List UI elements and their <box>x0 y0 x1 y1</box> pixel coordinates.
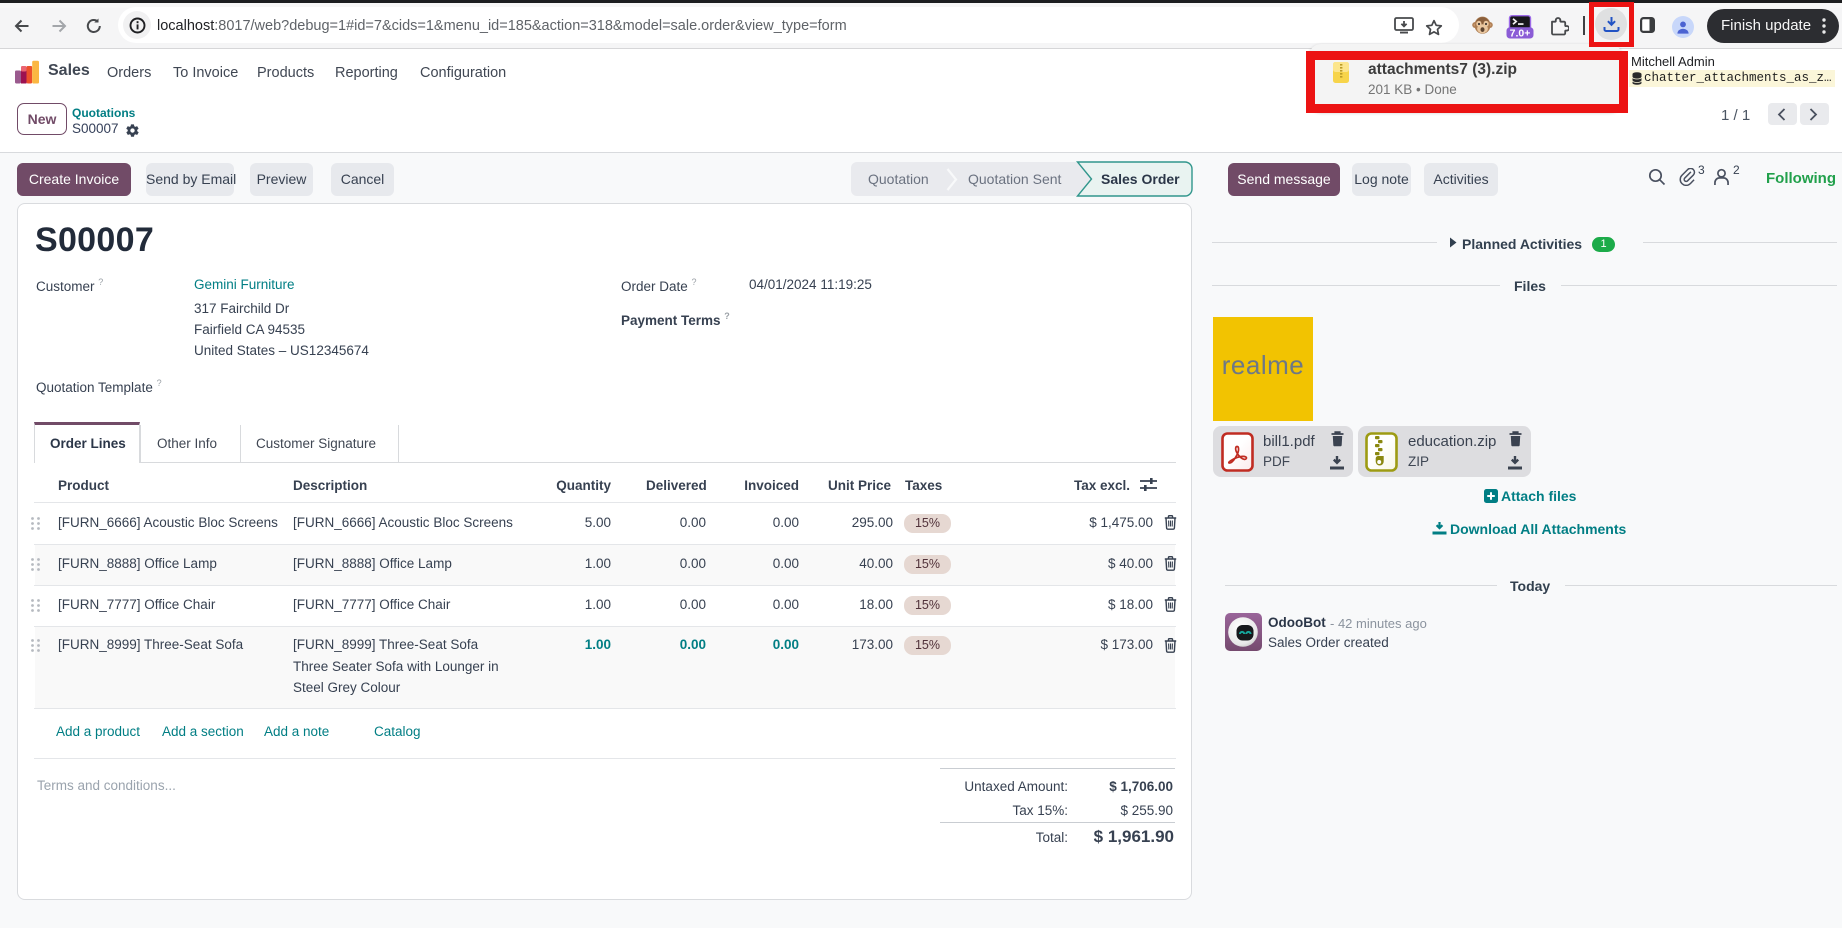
svg-text:7.0+: 7.0+ <box>1510 27 1531 39</box>
